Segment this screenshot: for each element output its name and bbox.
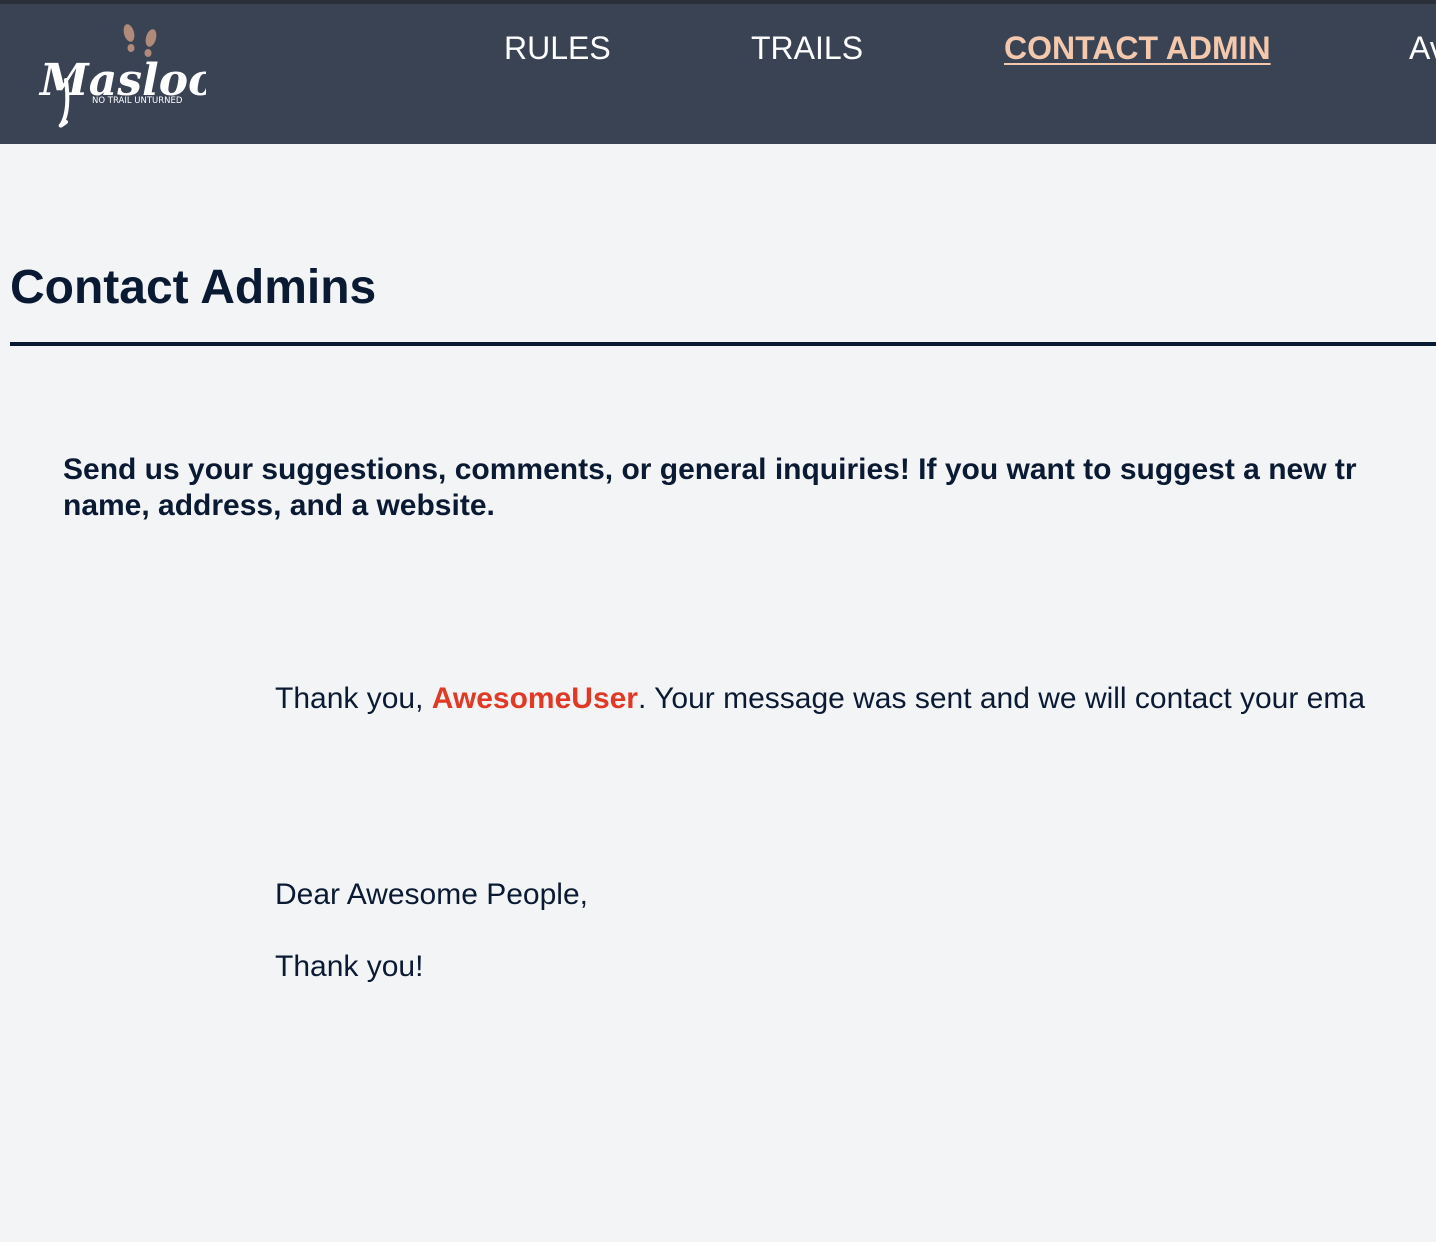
nav-trails[interactable]: TRAILS [751,28,863,68]
top-navigation-bar: Maslool NO TRAIL UNTURNED RULES TRAILS C… [0,0,1436,144]
title-divider [10,342,1436,346]
message-body: Thank you! [275,950,424,983]
site-logo[interactable]: Maslool NO TRAIL UNTURNED [36,20,234,130]
nav-account[interactable]: Av [1409,28,1436,68]
username: AwesomeUser [431,682,638,715]
page-title: Contact Admins [10,261,377,314]
logo-graphic: Maslool NO TRAIL UNTURNED [38,24,234,128]
confirmation-suffix: . Your message was sent and we will cont… [638,682,1366,715]
confirmation-prefix: Thank you, [275,682,432,715]
intro-text: Send us your suggestions, comments, or g… [63,452,1436,524]
nav-contact-admin[interactable]: CONTACT ADMIN [1004,28,1271,68]
intro-line-2: name, address, and a website. [63,489,495,522]
nav-rules[interactable]: RULES [504,28,611,68]
message-greeting: Dear Awesome People, [275,878,588,911]
confirmation-message: Thank you, AwesomeUser. Your message was… [275,680,1436,718]
svg-text:NO TRAIL UNTURNED: NO TRAIL UNTURNED [92,96,183,106]
intro-line-1: Send us your suggestions, comments, or g… [63,453,1357,486]
footprints-icon [123,24,157,57]
